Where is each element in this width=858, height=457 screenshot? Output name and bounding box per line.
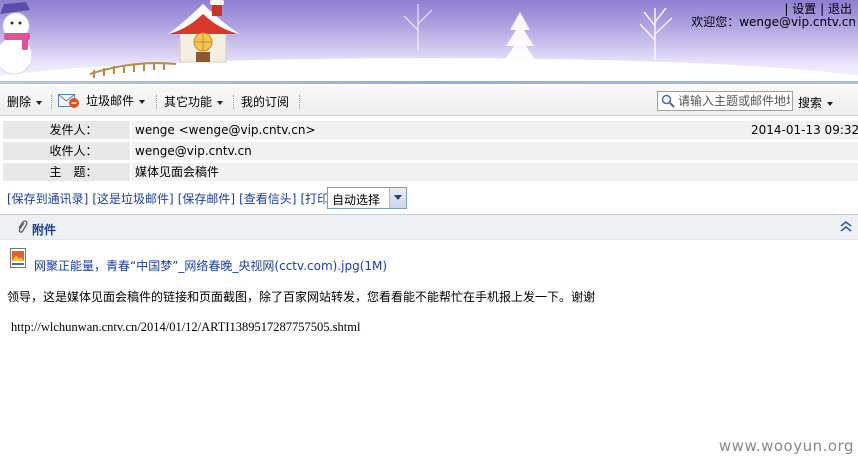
chevron-down-icon	[217, 100, 224, 105]
delete-menu[interactable]: 删除	[7, 93, 43, 110]
attachment-header: 附件	[0, 214, 858, 240]
search-button[interactable]: 搜索	[798, 94, 834, 111]
banner-divider	[0, 81, 858, 84]
chevron-down-icon	[394, 195, 402, 200]
subject-value: 媒体见面会稿件	[132, 163, 858, 181]
dropdown-button[interactable]	[389, 188, 406, 208]
search-input[interactable]	[678, 93, 790, 109]
message-body-url: http://wlchunwan.cntv.cn/2014/01/12/ARTI…	[11, 320, 361, 334]
sent-date: 2014-01-13 09:32:59	[751, 123, 858, 137]
search-label: 搜索	[798, 96, 823, 110]
toolbar-divider	[51, 95, 52, 109]
chevron-down-icon	[36, 100, 43, 105]
paperclip-icon	[18, 220, 28, 233]
to-label: 收件人：	[3, 142, 130, 160]
search-icon	[661, 94, 675, 108]
house-illustration	[168, 0, 240, 63]
charset-value: 自动选择	[332, 193, 381, 207]
from-label: 发件人：	[3, 121, 130, 139]
chevron-down-icon	[827, 101, 834, 106]
attachment-link[interactable]: 网聚正能量，青春“中国梦”_网络春晚_央视网(cctv.com).jpg(1M)	[34, 257, 387, 274]
mark-spam-link[interactable]: [这是垃圾邮件]	[92, 192, 173, 206]
watermark-text: www.wooyun.org	[718, 437, 854, 455]
subject-row: 主 题： 媒体见面会稿件	[3, 163, 858, 181]
snowy-tree-illustration	[502, 12, 538, 64]
welcome-text: 欢迎您：wenge@vip.cntv.cn	[691, 15, 856, 29]
other-functions-menu[interactable]: 其它功能	[164, 93, 224, 110]
toolbar-divider	[156, 95, 157, 109]
to-value[interactable]: wenge@vip.cntv.cn	[132, 142, 858, 160]
bare-tree-illustration-2	[403, 4, 433, 50]
spam-mail-icon	[58, 94, 79, 108]
to-row: 收件人： wenge@vip.cntv.cn	[3, 142, 858, 160]
spam-label: 垃圾邮件	[86, 94, 135, 108]
message-body-text: 领导，这是媒体见面会稿件的链接和页面截图，除了百家网站转发，您看看能不能帮忙在手…	[7, 290, 596, 304]
snowman-illustration	[0, 2, 33, 75]
save-mail-link[interactable]: [保存邮件]	[178, 192, 235, 206]
save-to-contacts-link[interactable]: [保存到通讯录]	[7, 192, 88, 206]
collapse-icon[interactable]	[840, 220, 852, 234]
delete-label: 删除	[7, 95, 32, 109]
my-subscriptions-link[interactable]: 我的订阅	[241, 93, 289, 110]
message-actions: [保存到通讯录] [这是垃圾邮件] [保存邮件] [查看信头] [打印]	[7, 190, 338, 207]
bare-tree-illustration	[639, 7, 673, 60]
from-value[interactable]: wenge <wenge@vip.cntv.cn>	[132, 121, 858, 139]
header-banner: | 设置 | 退出 欢迎您：wenge@vip.cntv.cn	[0, 0, 858, 84]
view-header-link[interactable]: [查看信头]	[239, 192, 296, 206]
search-box	[657, 91, 793, 111]
charset-select[interactable]: 自动选择	[327, 187, 407, 209]
image-file-icon	[10, 248, 26, 268]
spam-menu[interactable]: 垃圾邮件	[58, 92, 146, 109]
toolbar-divider	[299, 95, 300, 109]
attachment-title: 附件	[32, 223, 57, 237]
from-row: 发件人： wenge <wenge@vip.cntv.cn> 2014-01-1…	[3, 121, 858, 139]
toolbar-divider	[233, 95, 234, 109]
chevron-down-icon	[139, 99, 146, 104]
subject-label: 主 题：	[3, 163, 130, 181]
other-functions-label: 其它功能	[164, 95, 213, 109]
